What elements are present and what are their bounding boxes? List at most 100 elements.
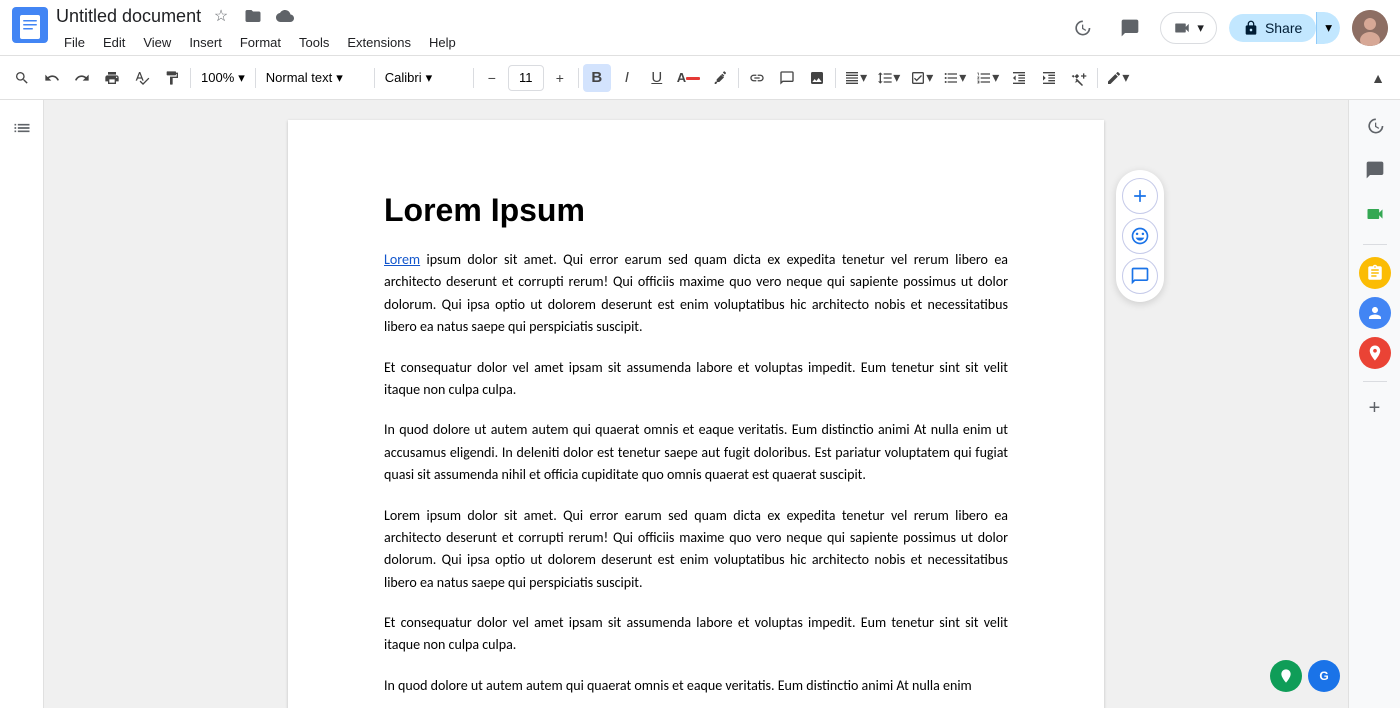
bold-label: B xyxy=(591,69,602,86)
zoom-select[interactable]: 100% ▾ xyxy=(195,64,251,92)
paragraph-6[interactable]: In quod dolore ut autem autem qui quaera… xyxy=(384,675,1008,697)
cloud-icon[interactable] xyxy=(271,2,299,30)
menu-extensions[interactable]: Extensions xyxy=(339,32,419,53)
history-button[interactable] xyxy=(1064,10,1100,46)
separator-2 xyxy=(255,68,256,88)
font-family-select[interactable]: Calibri ▾ xyxy=(379,64,469,92)
font-size-decrease[interactable]: − xyxy=(478,64,506,92)
text-style-select[interactable]: Normal text ▾ xyxy=(260,64,370,92)
lorem-link[interactable]: Lorem xyxy=(384,251,420,268)
text-style-arrow: ▾ xyxy=(336,70,343,86)
main-content: Lorem Ipsum Lorem ipsum dolor sit amet. … xyxy=(0,100,1400,708)
align-button[interactable]: ▾ xyxy=(840,64,871,92)
separator-5 xyxy=(578,68,579,88)
paint-button[interactable] xyxy=(158,64,186,92)
docs-logo xyxy=(12,7,48,48)
chat-sidebar-button[interactable] xyxy=(1357,152,1393,188)
font-size-input[interactable] xyxy=(508,65,544,91)
text-style-value: Normal text xyxy=(266,70,332,85)
expand-toolbar-button[interactable]: ▲ xyxy=(1364,64,1392,92)
menu-format[interactable]: Format xyxy=(232,32,289,53)
paragraph-5[interactable]: Et consequatur dolor vel amet ipsam sit … xyxy=(384,612,1008,657)
undo-button[interactable] xyxy=(38,64,66,92)
history-sidebar-button[interactable] xyxy=(1357,108,1393,144)
separator-1 xyxy=(190,68,191,88)
font-family-value: Calibri xyxy=(385,70,422,85)
left-sidebar xyxy=(0,100,44,708)
menu-help[interactable]: Help xyxy=(421,32,464,53)
clear-formatting-button[interactable] xyxy=(1065,64,1093,92)
italic-label: I xyxy=(625,69,629,86)
title-bar: Untitled document ☆ File Edit View Inser… xyxy=(0,0,1400,56)
doc-page: Lorem Ipsum Lorem ipsum dolor sit amet. … xyxy=(288,120,1104,708)
contacts-sidebar-button[interactable] xyxy=(1359,297,1391,329)
underline-label: U xyxy=(651,69,662,86)
search-button[interactable] xyxy=(8,64,36,92)
menu-file[interactable]: File xyxy=(56,32,93,53)
bottom-right-badges: G xyxy=(1270,660,1340,692)
badge-green[interactable] xyxy=(1270,660,1302,692)
paragraph-4[interactable]: Lorem ipsum dolor sit amet. Qui error ea… xyxy=(384,505,1008,595)
font-family-arrow: ▾ xyxy=(426,70,433,86)
underline-button[interactable]: U xyxy=(643,64,671,92)
meet-label: ▾ xyxy=(1197,20,1204,36)
paragraph-1[interactable]: Lorem ipsum dolor sit amet. Qui error ea… xyxy=(384,249,1008,339)
add-sidebar-button[interactable]: + xyxy=(1361,394,1389,422)
highlight-color-button[interactable] xyxy=(706,64,734,92)
line-spacing-button[interactable]: ▾ xyxy=(873,64,904,92)
menu-bar: File Edit View Insert Format Tools Exten… xyxy=(56,32,1064,53)
doc-title[interactable]: Untitled document xyxy=(56,6,201,27)
comment-float-button[interactable] xyxy=(1122,258,1158,294)
comments-button[interactable] xyxy=(1112,10,1148,46)
separator-7 xyxy=(835,68,836,88)
separator-4 xyxy=(473,68,474,88)
right-sidebar-divider xyxy=(1363,244,1387,245)
emoji-float-button[interactable] xyxy=(1122,218,1158,254)
float-actions xyxy=(1116,170,1164,302)
toolbar: 100% ▾ Normal text ▾ Calibri ▾ − + B I U… xyxy=(0,56,1400,100)
bold-button[interactable]: B xyxy=(583,64,611,92)
link-button[interactable] xyxy=(743,64,771,92)
notes-sidebar-button[interactable] xyxy=(1359,257,1391,289)
title-icons: ☆ xyxy=(207,2,299,30)
paragraph-3[interactable]: In quod dolore ut autem autem qui quaera… xyxy=(384,419,1008,486)
print-button[interactable] xyxy=(98,64,126,92)
share-label: Share xyxy=(1265,20,1302,36)
font-size-increase[interactable]: + xyxy=(546,64,574,92)
menu-tools[interactable]: Tools xyxy=(291,32,337,53)
separator-6 xyxy=(738,68,739,88)
zoom-arrow: ▾ xyxy=(238,70,245,86)
zoom-value: 100% xyxy=(201,70,234,85)
separator-3 xyxy=(374,68,375,88)
outline-toggle-button[interactable] xyxy=(4,110,40,146)
doc-heading[interactable]: Lorem Ipsum xyxy=(384,192,1008,229)
numbered-list-button[interactable]: ▾ xyxy=(972,64,1003,92)
comment-button[interactable] xyxy=(773,64,801,92)
menu-insert[interactable]: Insert xyxy=(181,32,230,53)
italic-button[interactable]: I xyxy=(613,64,641,92)
share-dropdown-button[interactable]: ▾ xyxy=(1316,12,1340,44)
menu-view[interactable]: View xyxy=(135,32,179,53)
text-color-button[interactable]: A xyxy=(673,64,704,92)
indent-increase-button[interactable] xyxy=(1035,64,1063,92)
indent-decrease-button[interactable] xyxy=(1005,64,1033,92)
meet-button[interactable]: ▾ xyxy=(1160,12,1217,44)
spellcheck-button[interactable] xyxy=(128,64,156,92)
share-button[interactable]: Share xyxy=(1229,14,1316,42)
badge-blue[interactable]: G xyxy=(1308,660,1340,692)
bullet-list-button[interactable]: ▾ xyxy=(939,64,970,92)
checklist-button[interactable]: ▾ xyxy=(906,64,937,92)
image-button[interactable] xyxy=(803,64,831,92)
doc-area[interactable]: Lorem Ipsum Lorem ipsum dolor sit amet. … xyxy=(44,100,1348,708)
star-icon[interactable]: ☆ xyxy=(207,2,235,30)
add-float-button[interactable] xyxy=(1122,178,1158,214)
avatar[interactable] xyxy=(1352,10,1388,46)
menu-edit[interactable]: Edit xyxy=(95,32,133,53)
editing-mode-button[interactable]: ▾ xyxy=(1102,64,1133,92)
redo-button[interactable] xyxy=(68,64,96,92)
paragraph-1-text: ipsum dolor sit amet. Qui error earum se… xyxy=(384,251,1008,335)
paragraph-2[interactable]: Et consequatur dolor vel amet ipsam sit … xyxy=(384,357,1008,402)
move-icon[interactable] xyxy=(239,2,267,30)
meet-sidebar-button[interactable] xyxy=(1357,196,1393,232)
maps-sidebar-button[interactable] xyxy=(1359,337,1391,369)
